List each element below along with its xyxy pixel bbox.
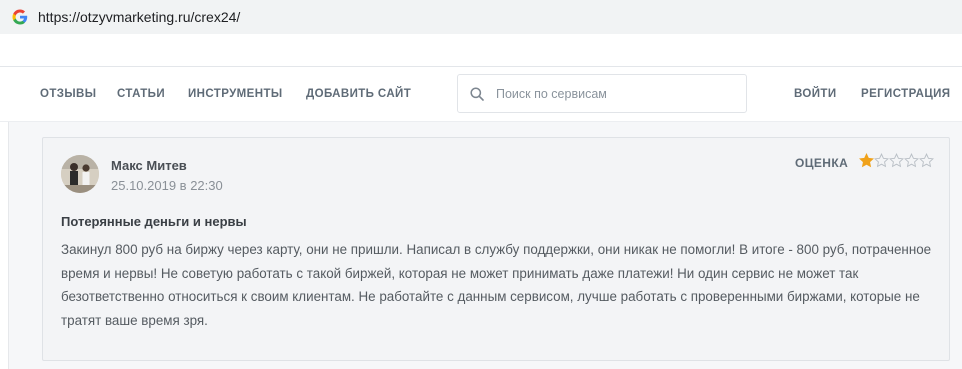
search-box[interactable] bbox=[457, 74, 747, 113]
url-text[interactable]: https://otzyvmarketing.ru/crex24/ bbox=[38, 9, 240, 25]
star-icon bbox=[889, 153, 904, 168]
review-date: 25.10.2019 в 22:30 bbox=[111, 178, 223, 193]
google-g-icon bbox=[12, 9, 28, 25]
nav-reviews[interactable]: ОТЗЫВЫ bbox=[40, 88, 96, 100]
star-icon bbox=[859, 153, 874, 168]
search-icon bbox=[470, 87, 484, 101]
nav-add-site[interactable]: ДОБАВИТЬ САЙТ bbox=[306, 88, 411, 100]
rating-stars bbox=[859, 153, 934, 168]
star-icon bbox=[874, 153, 889, 168]
register-link[interactable]: РЕГИСТРАЦИЯ bbox=[861, 88, 950, 100]
browser-address-bar[interactable]: https://otzyvmarketing.ru/crex24/ bbox=[0, 0, 962, 34]
avatar bbox=[61, 155, 99, 193]
search-input[interactable] bbox=[496, 84, 736, 104]
rating-label: ОЦЕНКА bbox=[795, 156, 849, 170]
login-link[interactable]: ВОЙТИ bbox=[794, 88, 837, 100]
star-icon bbox=[919, 153, 934, 168]
review-card: Макс Митев 25.10.2019 в 22:30 ОЦЕНКА Пот… bbox=[42, 137, 950, 361]
nav-tools[interactable]: ИНСТРУМЕНТЫ bbox=[188, 88, 283, 100]
review-author[interactable]: Макс Митев bbox=[111, 158, 187, 173]
review-title: Потерянные деньги и нервы bbox=[61, 214, 247, 229]
star-icon bbox=[904, 153, 919, 168]
review-text: Закинул 800 руб на биржу через карту, он… bbox=[61, 242, 932, 328]
nav-articles[interactable]: СТАТЬИ bbox=[117, 88, 165, 100]
top-navigation: ОТЗЫВЫ СТАТЬИ ИНСТРУМЕНТЫ ДОБАВИТЬ САЙТ … bbox=[0, 67, 962, 121]
